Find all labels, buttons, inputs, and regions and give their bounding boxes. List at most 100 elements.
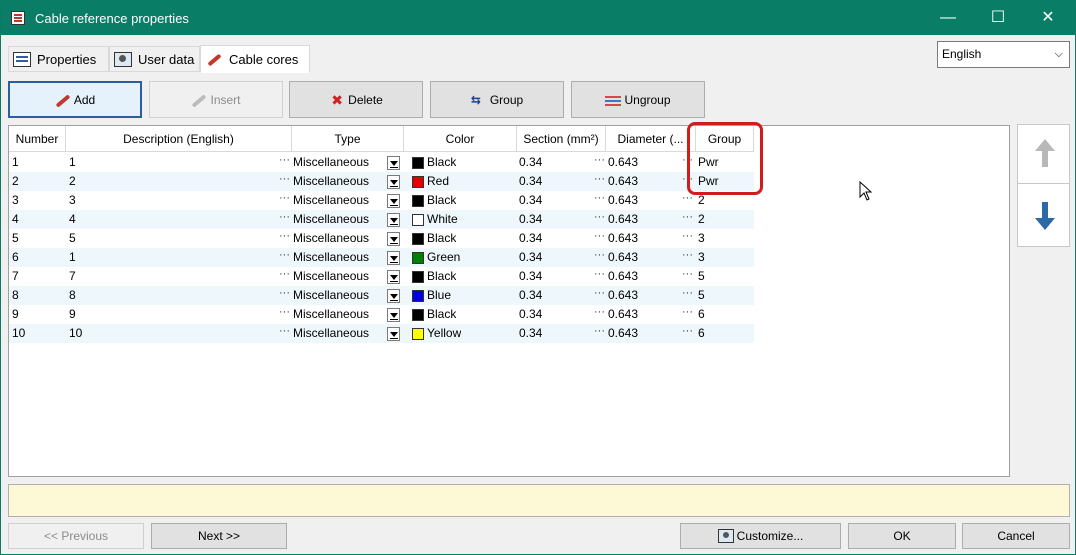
cancel-button[interactable]: Cancel bbox=[962, 523, 1070, 549]
cell-section[interactable]: 0.34 bbox=[519, 210, 542, 229]
cell-type[interactable]: Miscellaneous bbox=[293, 324, 369, 343]
table-row[interactable]: 9 9 Miscellaneous Black 0.34 0.643 6 ··· ··· ··· bbox=[9, 305, 754, 324]
cell-diameter[interactable]: 0.643 bbox=[608, 248, 638, 267]
type-dropdown-icon[interactable] bbox=[387, 289, 400, 303]
ungroup-button[interactable]: Ungroup bbox=[571, 81, 705, 118]
cell-section[interactable]: 0.34 bbox=[519, 305, 542, 324]
cell-color[interactable]: Green bbox=[427, 248, 460, 267]
insert-button[interactable]: Insert bbox=[149, 81, 283, 118]
cell-color[interactable]: Black bbox=[427, 191, 456, 210]
ellipsis-button[interactable]: ··· bbox=[682, 305, 693, 324]
ellipsis-button[interactable]: ··· bbox=[594, 153, 605, 172]
language-select[interactable]: English ⌵ bbox=[937, 41, 1070, 68]
move-up-button[interactable] bbox=[1017, 124, 1070, 188]
cell-color[interactable]: Blue bbox=[427, 286, 451, 305]
header-color[interactable]: Color bbox=[404, 126, 517, 152]
cell-diameter[interactable]: 0.643 bbox=[608, 172, 638, 191]
tab-cable-cores[interactable]: Cable cores bbox=[200, 45, 310, 73]
ellipsis-button[interactable]: ··· bbox=[682, 324, 693, 343]
group-button[interactable]: ⇆ Group bbox=[430, 81, 564, 118]
cell-description[interactable]: 4 bbox=[69, 210, 76, 229]
cable-cores-table[interactable]: Number Description (English) Type Color … bbox=[8, 125, 1010, 477]
cell-description[interactable]: 2 bbox=[69, 172, 76, 191]
customize-button[interactable]: Customize... bbox=[680, 523, 841, 549]
cell-diameter[interactable]: 0.643 bbox=[608, 229, 638, 248]
cell-description[interactable]: 1 bbox=[69, 248, 76, 267]
ellipsis-button[interactable]: ··· bbox=[594, 267, 605, 286]
cell-diameter[interactable]: 0.643 bbox=[608, 286, 638, 305]
ellipsis-button[interactable]: ··· bbox=[279, 229, 290, 248]
cell-color[interactable]: Red bbox=[427, 172, 449, 191]
cell-number[interactable]: 10 bbox=[12, 324, 25, 343]
cell-type[interactable]: Miscellaneous bbox=[293, 229, 369, 248]
type-dropdown-icon[interactable] bbox=[387, 213, 400, 227]
type-dropdown-icon[interactable] bbox=[387, 270, 400, 284]
ellipsis-button[interactable]: ··· bbox=[279, 248, 290, 267]
ellipsis-button[interactable]: ··· bbox=[279, 191, 290, 210]
header-diameter[interactable]: Diameter (... bbox=[606, 126, 696, 152]
table-row[interactable]: 5 5 Miscellaneous Black 0.34 0.643 3 ··· ··· ··· bbox=[9, 229, 754, 248]
cell-description[interactable]: 10 bbox=[69, 324, 82, 343]
ellipsis-button[interactable]: ··· bbox=[279, 305, 290, 324]
ellipsis-button[interactable]: ··· bbox=[594, 229, 605, 248]
cell-section[interactable]: 0.34 bbox=[519, 248, 542, 267]
move-down-button[interactable] bbox=[1017, 183, 1070, 247]
cell-group[interactable]: 5 bbox=[698, 267, 705, 286]
cell-color[interactable]: Black bbox=[427, 305, 456, 324]
cell-description[interactable]: 8 bbox=[69, 286, 76, 305]
cell-type[interactable]: Miscellaneous bbox=[293, 267, 369, 286]
table-row[interactable]: 7 7 Miscellaneous Black 0.34 0.643 5 ··· ··· ··· bbox=[9, 267, 754, 286]
cell-diameter[interactable]: 0.643 bbox=[608, 305, 638, 324]
ellipsis-button[interactable]: ··· bbox=[682, 229, 693, 248]
ellipsis-button[interactable]: ··· bbox=[594, 305, 605, 324]
cell-number[interactable]: 8 bbox=[12, 286, 19, 305]
title-bar[interactable]: Cable reference properties — ☐ ✕ bbox=[1, 1, 1075, 35]
cell-number[interactable]: 9 bbox=[12, 305, 19, 324]
cell-number[interactable]: 1 bbox=[12, 153, 19, 172]
table-row[interactable]: 3 3 Miscellaneous Black 0.34 0.643 2 ··· ··· ··· bbox=[9, 191, 754, 210]
delete-button[interactable]: ✖ Delete bbox=[289, 81, 423, 118]
cell-diameter[interactable]: 0.643 bbox=[608, 324, 638, 343]
type-dropdown-icon[interactable] bbox=[387, 175, 400, 189]
maximize-button[interactable]: ☐ bbox=[975, 1, 1021, 35]
cell-type[interactable]: Miscellaneous bbox=[293, 191, 369, 210]
cell-description[interactable]: 5 bbox=[69, 229, 76, 248]
cell-section[interactable]: 0.34 bbox=[519, 172, 542, 191]
cell-number[interactable]: 6 bbox=[12, 248, 19, 267]
cell-description[interactable]: 1 bbox=[69, 153, 76, 172]
cell-color[interactable]: White bbox=[427, 210, 458, 229]
cell-group[interactable]: 3 bbox=[698, 248, 705, 267]
ellipsis-button[interactable]: ··· bbox=[279, 267, 290, 286]
table-row[interactable]: 8 8 Miscellaneous Blue 0.34 0.643 5 ··· ··· ··· bbox=[9, 286, 754, 305]
cell-section[interactable]: 0.34 bbox=[519, 191, 542, 210]
cell-type[interactable]: Miscellaneous bbox=[293, 286, 369, 305]
cell-number[interactable]: 7 bbox=[12, 267, 19, 286]
ellipsis-button[interactable]: ··· bbox=[594, 191, 605, 210]
cell-number[interactable]: 4 bbox=[12, 210, 19, 229]
previous-button[interactable]: << Previous bbox=[8, 523, 144, 549]
cell-diameter[interactable]: 0.643 bbox=[608, 191, 638, 210]
ellipsis-button[interactable]: ··· bbox=[682, 210, 693, 229]
ellipsis-button[interactable]: ··· bbox=[279, 324, 290, 343]
cell-group[interactable]: 6 bbox=[698, 324, 705, 343]
type-dropdown-icon[interactable] bbox=[387, 308, 400, 322]
cell-section[interactable]: 0.34 bbox=[519, 324, 542, 343]
ellipsis-button[interactable]: ··· bbox=[682, 248, 693, 267]
cell-type[interactable]: Miscellaneous bbox=[293, 153, 369, 172]
ellipsis-button[interactable]: ··· bbox=[594, 248, 605, 267]
cell-color[interactable]: Yellow bbox=[427, 324, 461, 343]
cell-color[interactable]: Black bbox=[427, 229, 456, 248]
cell-group[interactable]: 2 bbox=[698, 210, 705, 229]
type-dropdown-icon[interactable] bbox=[387, 327, 400, 341]
ellipsis-button[interactable]: ··· bbox=[682, 286, 693, 305]
type-dropdown-icon[interactable] bbox=[387, 232, 400, 246]
ellipsis-button[interactable]: ··· bbox=[279, 210, 290, 229]
cell-section[interactable]: 0.34 bbox=[519, 267, 542, 286]
cell-type[interactable]: Miscellaneous bbox=[293, 248, 369, 267]
header-type[interactable]: Type bbox=[292, 126, 404, 152]
ellipsis-button[interactable]: ··· bbox=[279, 172, 290, 191]
cell-group[interactable]: 3 bbox=[698, 229, 705, 248]
close-button[interactable]: ✕ bbox=[1025, 1, 1071, 35]
tab-user-data[interactable]: User data bbox=[109, 46, 200, 72]
table-row[interactable]: 6 1 Miscellaneous Green 0.34 0.643 3 ··· ··· ··· bbox=[9, 248, 754, 267]
